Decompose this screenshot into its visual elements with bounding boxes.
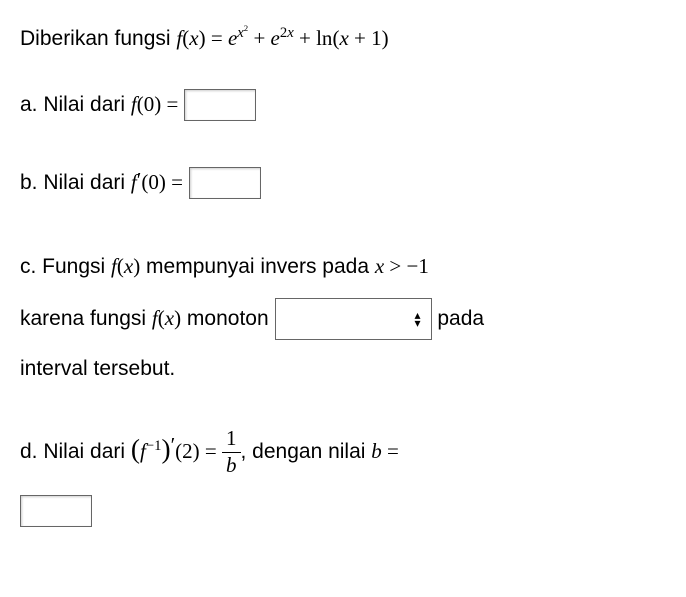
d-comma: , <box>241 440 253 463</box>
intro-line: Diberikan fungsi f(x) = ex2 + e2x + ln(x… <box>20 20 666 58</box>
a-eq: = <box>161 92 178 116</box>
c-line3: interval tersebut. <box>20 344 666 394</box>
c-line2: karena fungsi f(x) monoton ▴▾ pada <box>20 293 666 344</box>
b-label: b. Nilai dari <box>20 171 131 194</box>
part-b: b. Nilai dari f′(0) = <box>20 164 666 202</box>
d-expr: (f−1)′(2) <box>131 440 200 463</box>
d-suffix: dengan nilai <box>252 440 371 463</box>
term3: ln(x + 1) <box>316 27 389 50</box>
c-line1: c. Fungsi f(x) mempunyai invers pada x >… <box>20 241 666 292</box>
a-answer-input[interactable] <box>184 89 256 121</box>
b-answer-input[interactable] <box>189 167 261 199</box>
c-monoton-select[interactable]: ▴▾ <box>275 298 432 340</box>
intro-prefix: Diberikan fungsi <box>20 27 176 50</box>
b-eq: = <box>166 170 183 194</box>
term2: e2x <box>271 26 294 50</box>
d-b: b <box>371 439 382 463</box>
term1: ex2 <box>228 26 248 50</box>
d-answer-input[interactable] <box>20 495 92 527</box>
d-eq2: = <box>382 439 399 463</box>
part-c: c. Fungsi f(x) mempunyai invers pada x >… <box>20 241 666 394</box>
a-fzero: f(0) <box>131 92 161 116</box>
d-label: d. Nilai dari <box>20 440 131 463</box>
eq: = <box>206 26 228 50</box>
plus1: + <box>248 26 270 50</box>
d-eq: = <box>200 439 222 463</box>
b-fprime: f′(0) <box>131 168 166 194</box>
plus2: + <box>294 26 316 50</box>
fx: f(x) <box>176 26 205 50</box>
d-frac: 1b <box>222 426 241 477</box>
part-d: d. Nilai dari (f−1)′(2) = 1b, dengan nil… <box>20 425 666 530</box>
select-arrows-icon: ▴▾ <box>414 311 420 327</box>
a-label: a. Nilai dari <box>20 93 131 116</box>
part-a: a. Nilai dari f(0) = <box>20 86 666 124</box>
